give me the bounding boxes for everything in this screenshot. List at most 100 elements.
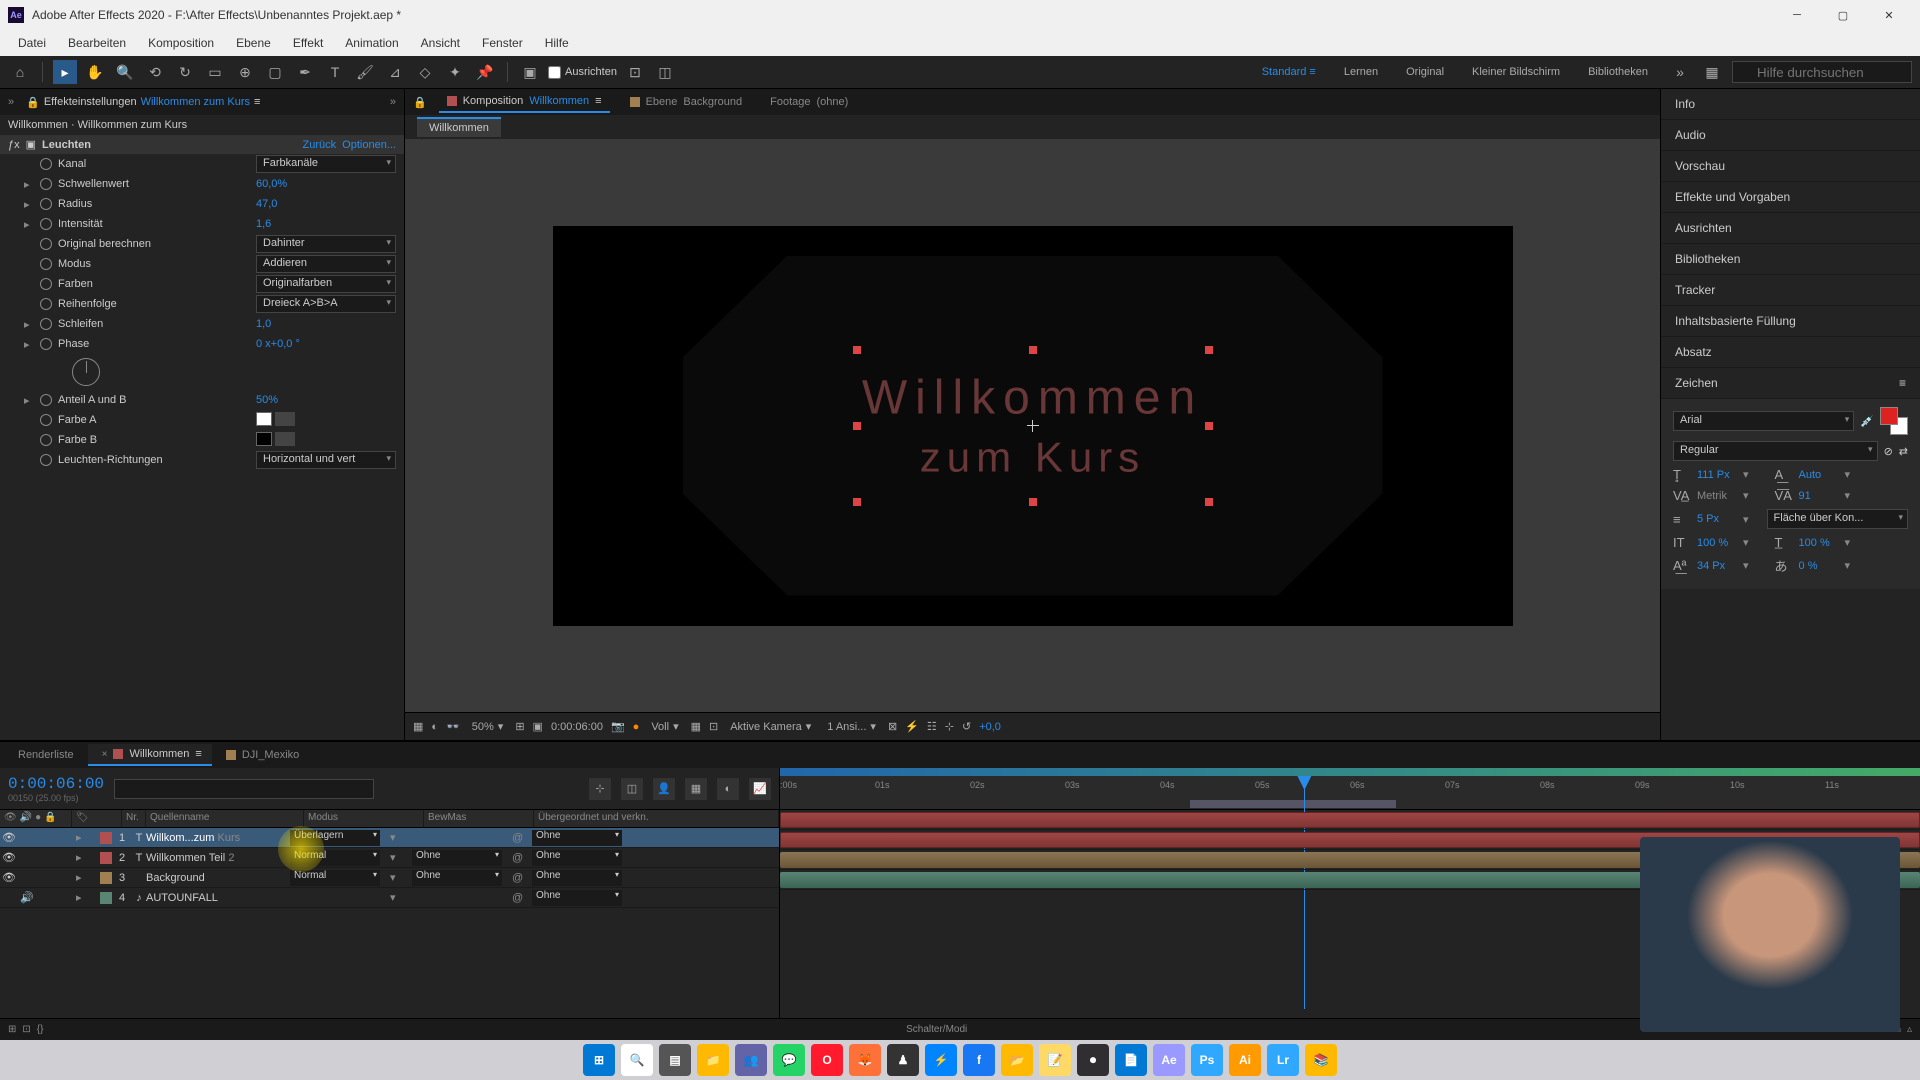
workspace-kleiner bildschirm[interactable]: Kleiner Bildschirm <box>1460 62 1572 82</box>
mask-icon[interactable]: ◐ <box>431 721 438 733</box>
panel-absatz[interactable]: Absatz <box>1661 337 1920 368</box>
snap-opt2-icon[interactable]: ◫ <box>653 60 677 84</box>
blend-mode-dropdown[interactable]: Normal <box>290 850 380 866</box>
eye-column-icon[interactable]: 👁 <box>4 812 17 825</box>
stopwatch-icon[interactable] <box>40 454 52 466</box>
tracking-input[interactable]: 91 <box>1799 490 1839 502</box>
panel-info[interactable]: Info <box>1661 89 1920 120</box>
trkmat-toggle-icon[interactable]: ▾ <box>386 831 408 844</box>
col-parent[interactable]: Übergeordnet und verkn. <box>534 810 779 827</box>
pickwhip-icon[interactable]: @ <box>508 872 528 884</box>
taskbar-editor-icon[interactable]: 📄 <box>1115 1044 1147 1076</box>
track-row[interactable] <box>780 810 1920 830</box>
brush-tool[interactable]: 🖌 <box>353 60 377 84</box>
font-style-dropdown[interactable]: Regular <box>1673 441 1878 461</box>
eraser-tool[interactable]: ◇ <box>413 60 437 84</box>
stroke-order-dropdown[interactable]: Fläche über Kon... <box>1767 509 1908 529</box>
exposure-value[interactable]: +0,0 <box>979 721 1001 733</box>
home-button[interactable]: ⌂ <box>8 60 32 84</box>
panel-ausrichten[interactable]: Ausrichten <box>1661 213 1920 244</box>
selection-handle[interactable] <box>1029 346 1037 354</box>
stopwatch-icon[interactable] <box>40 318 52 330</box>
comp-tab-willkommen[interactable]: Komposition Willkommen ≡ <box>439 91 610 113</box>
lock-icon[interactable]: 🔒 <box>413 96 427 109</box>
expand-icon[interactable]: ▸ <box>24 178 34 191</box>
panel-overflow-icon[interactable]: » <box>390 96 396 108</box>
resolution-icon[interactable]: ⊞ <box>515 720 524 733</box>
prop-value[interactable]: 1,0 <box>256 318 396 330</box>
menu-animation[interactable]: Animation <box>335 32 408 54</box>
hand-tool[interactable]: ✋ <box>83 60 107 84</box>
rotate-tool[interactable]: ↻ <box>173 60 197 84</box>
roi-icon[interactable]: ▣ <box>533 720 543 733</box>
taskbar-folder-icon[interactable]: 📂 <box>1001 1044 1033 1076</box>
stopwatch-icon[interactable] <box>40 178 52 190</box>
close-button[interactable]: ✕ <box>1866 0 1912 30</box>
leading-input[interactable]: Auto <box>1799 469 1839 481</box>
comp-mini-flowchart-icon[interactable]: ⊹ <box>589 778 611 800</box>
toggle-modes-icon[interactable]: ⊡ <box>22 1024 30 1035</box>
layer-row[interactable]: 👁 ▸ 2 T Willkommen Teil 2 Normal ▾ Ohne … <box>0 848 779 868</box>
menu-ebene[interactable]: Ebene <box>226 32 281 54</box>
pen-tool[interactable]: ✒ <box>293 60 317 84</box>
workspace-standard[interactable]: Standard ≡ <box>1250 62 1328 82</box>
frame-blend-icon[interactable]: ▦ <box>685 778 707 800</box>
stopwatch-icon[interactable] <box>40 278 52 290</box>
taskbar-search-icon[interactable]: 🔍 <box>621 1044 653 1076</box>
angle-dial[interactable] <box>72 358 100 386</box>
zoom-slider-end-icon[interactable]: ▵ <box>1907 1024 1912 1035</box>
eyedropper-icon[interactable]: 💉 <box>1860 415 1874 428</box>
swap-swatch-icon[interactable]: ⇄ <box>1899 445 1908 458</box>
taskbar-windows-icon[interactable]: ⊞ <box>583 1044 615 1076</box>
layer-bar[interactable] <box>780 812 1920 828</box>
tab-menu-icon[interactable]: ≡ <box>254 96 260 108</box>
shy-icon[interactable]: 👤 <box>653 778 675 800</box>
orbit-tool[interactable]: ⟲ <box>143 60 167 84</box>
menu-effekt[interactable]: Effekt <box>283 32 333 54</box>
blend-mode-dropdown[interactable]: Überlagern <box>290 830 380 846</box>
camera-tool[interactable]: ▭ <box>203 60 227 84</box>
zoom-tool[interactable]: 🔍 <box>113 60 137 84</box>
parent-dropdown[interactable]: Ohne <box>532 850 622 866</box>
graph-editor-icon[interactable]: 📈 <box>749 778 771 800</box>
font-size-input[interactable]: 111 Px <box>1697 469 1737 481</box>
expand-icon[interactable]: ▸ <box>76 852 82 864</box>
effect-reset-link[interactable]: Zurück <box>303 139 337 151</box>
audio-toggle[interactable]: 🔊 <box>18 891 36 904</box>
roto-tool[interactable]: ✦ <box>443 60 467 84</box>
panel-effekte-und-vorgaben[interactable]: Effekte und Vorgaben <box>1661 182 1920 213</box>
text-tool[interactable]: T <box>323 60 347 84</box>
grid-icon[interactable]: ▦ <box>691 720 701 733</box>
layer-row[interactable]: 👁 ▸ 3 Background Normal ▾ Ohne @ Ohne <box>0 868 779 888</box>
taskbar-ae-icon[interactable]: Ae <box>1153 1044 1185 1076</box>
timeline-tab-willkommen[interactable]: ×Willkommen≡ <box>88 744 212 766</box>
label-column-icon[interactable]: 🏷 <box>76 812 89 823</box>
trkmat-toggle-icon[interactable]: ▾ <box>386 891 408 904</box>
taskbar-app1-icon[interactable]: ♟ <box>887 1044 919 1076</box>
lock-column-icon[interactable]: 🔒 <box>44 812 56 825</box>
draft-3d-icon[interactable]: ◫ <box>621 778 643 800</box>
selection-handle[interactable] <box>1205 346 1213 354</box>
snap-opt-icon[interactable]: ⊡ <box>623 60 647 84</box>
parent-dropdown[interactable]: Ohne <box>532 830 622 846</box>
effect-controls-tab[interactable]: 🔒 Effekteinstellungen Willkommen zum Kur… <box>18 92 268 113</box>
stopwatch-icon[interactable] <box>40 414 52 426</box>
stopwatch-icon[interactable] <box>40 394 52 406</box>
selection-handle[interactable] <box>853 346 861 354</box>
workspace-lernen[interactable]: Lernen <box>1332 62 1390 82</box>
trkmat-dropdown[interactable]: Ohne <box>412 850 502 866</box>
layer-name[interactable]: Willkom...zum Kurs <box>146 832 286 844</box>
views-dropdown[interactable]: 1 Ansi... ▾ <box>823 720 880 733</box>
menu-datei[interactable]: Datei <box>8 32 56 54</box>
menu-komposition[interactable]: Komposition <box>138 32 224 54</box>
resolution-dropdown[interactable]: Voll ▾ <box>647 720 682 733</box>
visibility-toggle[interactable]: 👁 <box>0 831 18 844</box>
comp-tab-(ohne)[interactable]: Footage (ohne) <box>762 92 856 112</box>
kerning-input[interactable]: Metrik <box>1697 490 1737 502</box>
close-icon[interactable]: × <box>102 749 108 760</box>
taskbar-tasks-icon[interactable]: ▤ <box>659 1044 691 1076</box>
panel-expand-icon[interactable]: » <box>8 96 14 108</box>
alpha-icon[interactable]: ▦ <box>413 720 423 733</box>
timeline-icon[interactable]: ☷ <box>927 720 937 733</box>
taskbar-notes-icon[interactable]: 📝 <box>1039 1044 1071 1076</box>
